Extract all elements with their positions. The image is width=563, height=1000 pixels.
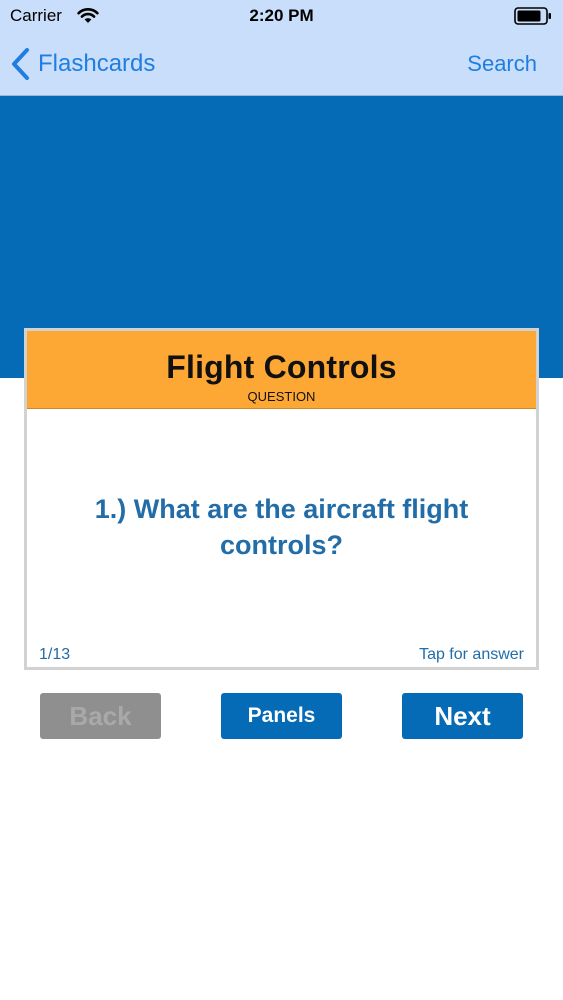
card-header: Flight Controls QUESTION <box>27 331 536 409</box>
navigation-bar: Flashcards Search <box>0 32 563 96</box>
next-button[interactable]: Next <box>402 693 523 739</box>
chevron-left-icon <box>12 48 29 80</box>
status-time: 2:20 PM <box>249 6 314 25</box>
card-title: Flight Controls <box>166 349 397 385</box>
card-counter: 1/13 <box>39 646 71 663</box>
back-button[interactable]: Back <box>40 693 161 739</box>
back-nav-label: Flashcards <box>38 50 156 77</box>
card-question: 1.) What are the aircraft flight control… <box>94 494 469 560</box>
card-subtitle: QUESTION <box>247 389 316 404</box>
battery-icon <box>514 7 551 25</box>
back-to-flashcards-button[interactable]: Flashcards <box>10 46 155 82</box>
flashcard[interactable]: Flight Controls QUESTION 1.) What are th… <box>24 328 539 670</box>
search-button[interactable]: Search <box>467 51 537 77</box>
tap-for-answer-hint[interactable]: Tap for answer <box>419 646 524 664</box>
panels-button[interactable]: Panels <box>221 693 342 739</box>
status-bar: Carrier 2:20 PM <box>0 0 563 32</box>
